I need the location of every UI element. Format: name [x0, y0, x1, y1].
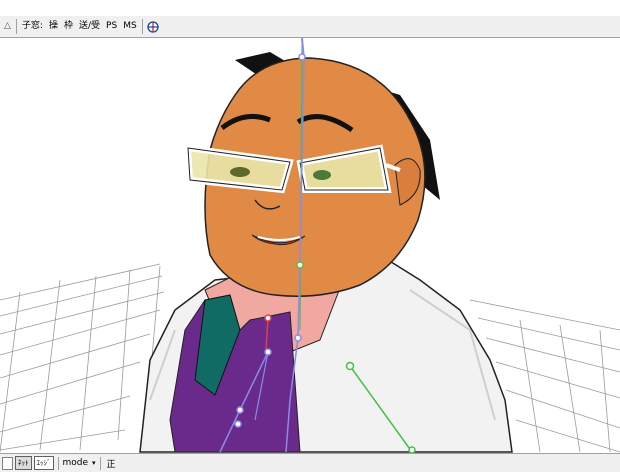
toolbar-divider	[15, 19, 17, 34]
chevron-down-icon: ▾	[92, 459, 96, 467]
bone-joint	[296, 261, 304, 269]
bone-joint	[236, 406, 244, 414]
ms-button[interactable]: MS	[120, 16, 139, 37]
title-area	[0, 0, 620, 16]
3d-viewport[interactable]	[0, 38, 620, 453]
bone-joint	[234, 420, 242, 428]
send-receive-button[interactable]: 送/受	[76, 16, 103, 37]
view-toggle-button[interactable]	[2, 456, 13, 470]
net-button[interactable]: ﾈｯﾄ	[15, 456, 32, 470]
model-render	[0, 38, 620, 453]
mode-label: mode	[62, 458, 89, 468]
operation-button[interactable]: 操	[46, 16, 61, 37]
ps-button[interactable]: PS	[103, 16, 120, 37]
toolbar-divider	[141, 19, 143, 34]
toolbar: △ 子窓: 操 枠 送/受 PS MS	[0, 16, 620, 38]
bone-joint	[264, 348, 272, 356]
bone-joint	[294, 334, 302, 342]
subwindow-label: 子窓:	[21, 21, 43, 31]
bottom-toolbar: ﾈｯﾄ ｴｯｼﾞ mode ▾ 正	[0, 453, 620, 472]
eye-right	[313, 170, 331, 180]
bottom-divider	[99, 456, 101, 470]
bone-joint	[298, 53, 306, 61]
bone-joint	[345, 361, 355, 371]
bottom-divider	[57, 456, 59, 470]
frame-button[interactable]: 枠	[61, 16, 76, 37]
front-view-button[interactable]: 正	[105, 457, 118, 470]
mode-dropdown[interactable]: mode ▾	[63, 458, 96, 468]
eye-left	[230, 167, 250, 177]
bone-joint	[264, 314, 272, 322]
collapse-arrow-button[interactable]: △	[0, 16, 14, 37]
crosshair-icon[interactable]	[147, 20, 159, 33]
edge-button[interactable]: ｴｯｼﾞ	[33, 456, 54, 470]
